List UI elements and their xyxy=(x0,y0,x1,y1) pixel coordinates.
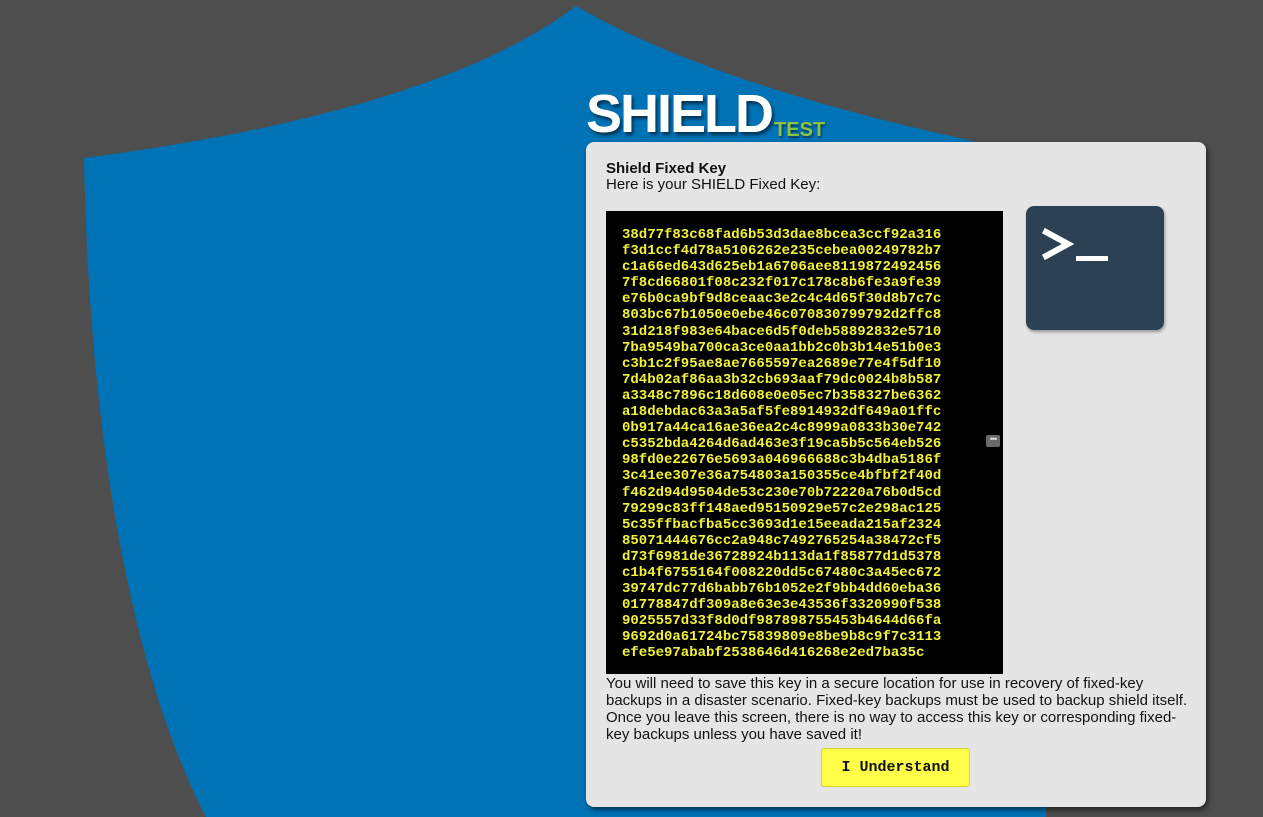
app-logo: SHIELD TEST xyxy=(586,84,825,144)
fixed-key-line: 98fd0e22676e5693a046966688c3b4dba5186f xyxy=(622,452,942,469)
fixed-key-line: 7f8cd66801f08c232f017c178c8b6fe3a9fe39 xyxy=(622,275,942,292)
fixed-key-line: 5c35ffbacfba5cc3693d1e15eeada215af2324 xyxy=(622,516,942,533)
fixed-key-line: c5352bda4264d6ad463e3f19ca5b5c564eb526 xyxy=(622,436,942,453)
fixed-key-line: 7ba9549ba700ca3ce0aa1bb2c0b3b14e51b0e3 xyxy=(622,339,942,356)
fixed-key-line: 803bc67b1050e0ebe46c070830799792d2ffc8 xyxy=(622,307,942,324)
logo-wordmark: SHIELD xyxy=(586,84,774,144)
fixed-key-line: f462d94d9504de53c230e70b72220a76b0d5cd xyxy=(622,484,942,501)
fixed-key-line: a18debdac63a3a5af5fe8914932df649a01ffc xyxy=(622,404,942,421)
fixed-key-dialog: Shield Fixed Key Here is your SHIELD Fix… xyxy=(586,142,1206,807)
fixed-key-line: 79299c83ff148aed95150929e57c2e298ac125 xyxy=(622,500,942,517)
fixed-key-line: 7d4b02af86aa3b32cb693aaf79dc0024b8b587 xyxy=(622,371,942,388)
fixed-key-line: 38d77f83c68fad6b53d3dae8bcea3ccf92a316 xyxy=(622,227,942,243)
fixed-key-line: f3d1ccf4d78a5106262e235cebea00249782b7 xyxy=(622,243,942,260)
fixed-key-line: 3c41ee307e36a754803a150355ce4bfbf2f40d xyxy=(622,468,942,485)
fixed-key-line: 01778847df309a8e63e3e43536f3320990f538 xyxy=(622,597,942,614)
fixed-key-line: 31d218f983e64bace6d5f0deb58892832e5710 xyxy=(622,323,942,340)
fixed-key-line: a3348c7896c18d608e0e05ec7b358327be6362 xyxy=(622,387,942,404)
key-warning-text: You will need to save this key in a secu… xyxy=(606,675,1188,743)
terminal-icon xyxy=(1026,206,1164,330)
i-understand-button[interactable]: I Understand xyxy=(821,748,970,787)
ellipsis-icon: ••• xyxy=(986,435,1000,447)
fixed-key-display[interactable]: 38d77f83c68fad6b53d3dae8bcea3ccf92a316 f3… xyxy=(606,211,1003,674)
fixed-key-text: 38d77f83c68fad6b53d3dae8bcea3ccf92a316 f3… xyxy=(622,227,989,662)
fixed-key-line: d73f6981de36728924b113da1f85877d1d5378 xyxy=(622,548,942,565)
dialog-subtitle: Here is your SHIELD Fixed Key: xyxy=(606,176,821,193)
fixed-key-line: 85071444676cc2a948c7492765254a38472cf5 xyxy=(622,532,942,549)
fixed-key-line: 9025557d33f8d0df987898755453b4644d66fa xyxy=(622,613,942,630)
fixed-key-line: 39747dc77d6babb76b1052e2f9bb4dd60eba36 xyxy=(622,581,942,598)
dialog-title: Shield Fixed Key xyxy=(606,160,727,177)
fixed-key-line: c3b1c2f95ae8ae7665597ea2689e77e4f5df10 xyxy=(622,355,942,372)
fixed-key-line: c1b4f6755164f008220dd5c67480c3a45ec672 xyxy=(622,564,942,581)
fixed-key-line: 0b917a44ca16ae36ea2c4c8999a0833b30e742 xyxy=(622,420,942,437)
fixed-key-line: c1a66ed643d625eb1a6706aee8119872492456 xyxy=(622,259,942,276)
environment-label: TEST xyxy=(774,119,826,141)
fixed-key-line: efe5e97ababf2538646d416268e2ed7ba35c xyxy=(622,645,925,662)
fixed-key-line: 9692d0a61724bc75839809e8be9b8c9f7c3113 xyxy=(622,629,942,646)
fixed-key-line: e76b0ca9bf9d8ceaac3e2c4c4d65f30d8b7c7c xyxy=(622,291,942,308)
